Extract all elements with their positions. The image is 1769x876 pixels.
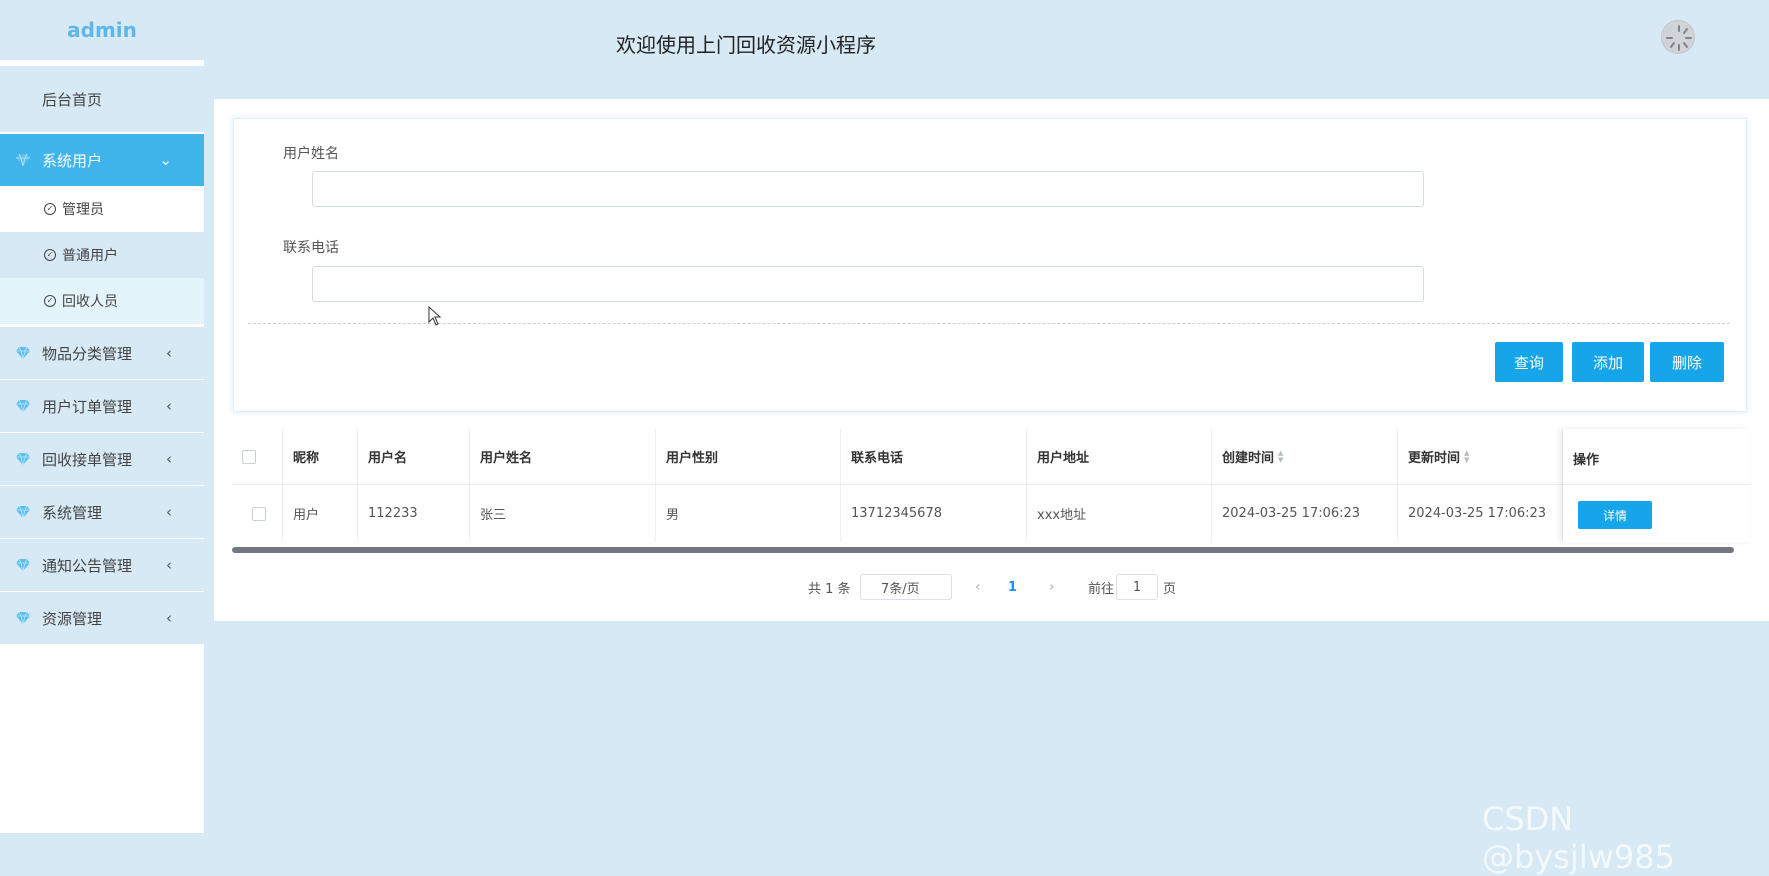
row-checkbox[interactable] — [252, 506, 266, 521]
query-button[interactable]: 查询 — [1495, 342, 1563, 382]
header-checkbox-cell — [232, 429, 283, 484]
sidebar-group-label: 通知公告管理 — [42, 556, 133, 575]
sidebar-group-recycle-orders[interactable]: 回收接单管理 ‹ — [0, 433, 204, 485]
prev-page-icon[interactable]: ‹ — [975, 574, 981, 600]
sidebar-group-notices[interactable]: 通知公告管理 ‹ — [0, 539, 204, 591]
brand-logo: admin — [0, 0, 204, 60]
check-circle-icon: ✓ — [44, 249, 56, 261]
watermark: CSDN @bysjlw985 — [1482, 800, 1675, 876]
cell-updated: 2024-03-25 17:06:23 — [1398, 485, 1563, 542]
table-row: 用户 112233 张三 男 13712345678 xxx地址 2024-03… — [232, 485, 1750, 542]
cell-address: xxx地址 — [1027, 485, 1212, 542]
divider — [1563, 484, 1750, 485]
goto-suffix: 页 — [1163, 581, 1177, 597]
cell-username: 112233 — [358, 485, 470, 542]
gem-icon — [16, 506, 30, 518]
sidebar-group-label: 用户订单管理 — [42, 397, 133, 416]
page-size-value: 7条/页 — [881, 581, 920, 597]
name-label: 用户姓名 — [283, 146, 339, 162]
chevron-down-icon: ⌄ — [159, 151, 172, 169]
sidebar-item-label: 回收人员 — [62, 294, 118, 310]
data-table: 昵称 用户名 用户姓名 用户性别 联系电话 用户地址 创建时间 ▲ ▼ 更新时间 … — [232, 429, 1750, 545]
add-button[interactable]: 添加 — [1572, 342, 1644, 382]
sort-icon[interactable]: ▲ ▼ — [1278, 449, 1283, 464]
gem-icon — [16, 559, 30, 571]
goto-page-input[interactable] — [1116, 574, 1158, 600]
column-header-action: 操作 — [1573, 453, 1600, 468]
column-header-gender: 用户性别 — [656, 429, 841, 484]
detail-button[interactable]: 详情 — [1578, 501, 1652, 529]
cell-created: 2024-03-25 17:06:23 — [1212, 485, 1398, 542]
sidebar-group-label: 系统管理 — [42, 503, 103, 522]
sort-icon[interactable]: ▲ ▼ — [1464, 449, 1469, 464]
sidebar-group-system-users[interactable]: 系统用户 ⌄ — [0, 134, 204, 186]
column-header-label: 创建时间 — [1222, 451, 1275, 466]
current-page[interactable]: 1 — [1008, 574, 1017, 600]
mouse-cursor-icon — [428, 306, 442, 326]
column-header-label: 更新时间 — [1408, 451, 1461, 466]
chevron-left-icon: ‹ — [166, 450, 172, 468]
column-header-updated[interactable]: 更新时间 ▲ ▼ — [1398, 429, 1563, 484]
pagination-total: 共 1 条 — [808, 581, 851, 597]
gem-icon — [16, 400, 30, 412]
gem-icon — [16, 612, 30, 624]
chevron-left-icon: ‹ — [166, 344, 172, 362]
sidebar-item-label: 后台首页 — [42, 90, 103, 109]
chevron-left-icon: ‹ — [166, 397, 172, 415]
sidebar-item-recyclers[interactable]: ✓ 回收人员 — [0, 278, 204, 324]
row-checkbox-cell — [232, 485, 283, 542]
chevron-left-icon: ‹ — [166, 609, 172, 627]
phone-label: 联系电话 — [283, 240, 339, 256]
sidebar-group-label: 物品分类管理 — [42, 344, 133, 363]
gem-icon — [16, 154, 30, 166]
fixed-action-column: 操作 详情 — [1563, 429, 1750, 542]
check-circle-icon: ✓ — [44, 295, 56, 307]
page-title: 欢迎使用上门回收资源小程序 — [616, 33, 876, 57]
cell-phone: 13712345678 — [841, 485, 1027, 542]
check-circle-icon: ✓ — [44, 203, 56, 215]
column-header-address: 用户地址 — [1027, 429, 1212, 484]
chevron-left-icon: ‹ — [166, 503, 172, 521]
column-header-name: 用户姓名 — [470, 429, 656, 484]
column-header-username: 用户名 — [358, 429, 470, 484]
sidebar-item-label: 普通用户 — [62, 248, 118, 264]
sidebar-group-label: 资源管理 — [42, 609, 103, 628]
column-header-created[interactable]: 创建时间 ▲ ▼ — [1212, 429, 1398, 484]
sidebar-group-label: 回收接单管理 — [42, 450, 133, 469]
gem-icon — [16, 347, 30, 359]
sidebar-group-system-management[interactable]: 系统管理 ‹ — [0, 486, 204, 538]
delete-button[interactable]: 删除 — [1650, 342, 1724, 382]
sidebar: admin 后台首页 系统用户 ⌄ ✓ 管理员 ✓ 普通用户 ✓ 回收人员 物品… — [0, 0, 204, 833]
sidebar-group-resources[interactable]: 资源管理 ‹ — [0, 592, 204, 644]
page-size-select[interactable]: 7条/页 — [860, 574, 952, 600]
sidebar-item-normal-users[interactable]: ✓ 普通用户 — [0, 232, 204, 278]
divider — [248, 323, 1730, 324]
column-header-nickname: 昵称 — [283, 429, 358, 484]
avatar[interactable] — [1661, 20, 1695, 54]
horizontal-scrollbar[interactable] — [232, 547, 1734, 553]
loading-avatar-icon — [1666, 25, 1692, 51]
sidebar-item-label: 管理员 — [62, 202, 104, 218]
sidebar-group-item-category[interactable]: 物品分类管理 ‹ — [0, 327, 204, 379]
cell-nickname: 用户 — [283, 485, 358, 542]
cell-name: 张三 — [470, 485, 656, 542]
table-header: 昵称 用户名 用户姓名 用户性别 联系电话 用户地址 创建时间 ▲ ▼ 更新时间 … — [232, 429, 1750, 485]
gem-icon — [16, 453, 30, 465]
column-header-phone: 联系电话 — [841, 429, 1027, 484]
sidebar-group-user-orders[interactable]: 用户订单管理 ‹ — [0, 380, 204, 432]
select-all-checkbox[interactable] — [242, 449, 256, 464]
sidebar-item-admin[interactable]: ✓ 管理员 — [0, 186, 204, 232]
cell-gender: 男 — [656, 485, 841, 542]
sidebar-item-home[interactable]: 后台首页 — [0, 66, 204, 132]
sidebar-group-label: 系统用户 — [42, 151, 103, 170]
chevron-left-icon: ‹ — [166, 556, 172, 574]
phone-input[interactable] — [312, 266, 1424, 302]
goto-prefix: 前往 — [1088, 581, 1115, 597]
next-page-icon[interactable]: › — [1049, 574, 1055, 600]
name-input[interactable] — [312, 171, 1424, 207]
